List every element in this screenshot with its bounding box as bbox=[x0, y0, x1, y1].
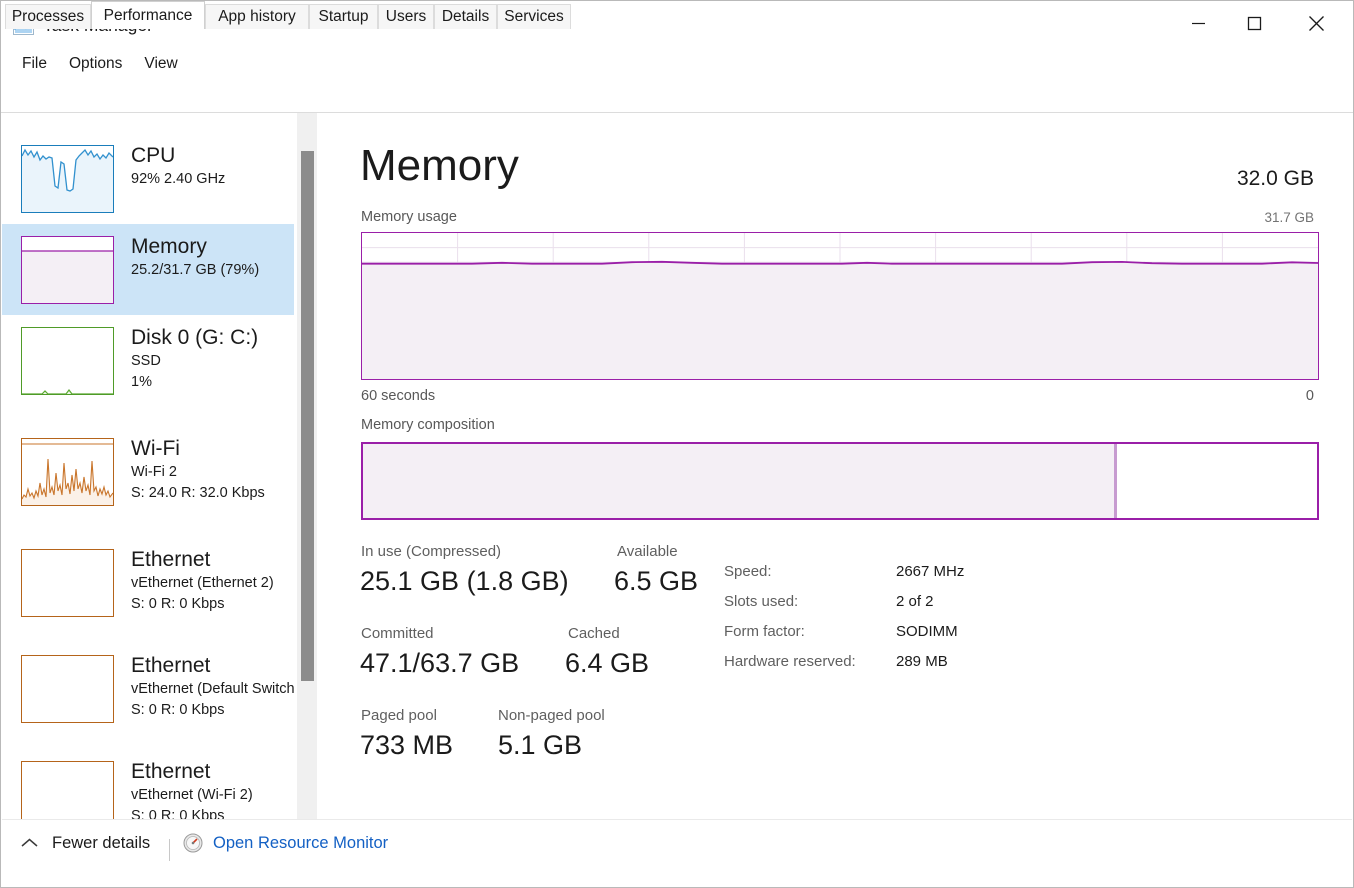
resource-sidebar[interactable]: CPU 92% 2.40 GHz Memory 25.2/31.7 GB (79… bbox=[2, 113, 296, 821]
sidebar-item-sub1: 25.2/31.7 GB (79%) bbox=[131, 262, 260, 278]
wifi-thumbnail bbox=[21, 438, 114, 506]
fewer-details-label: Fewer details bbox=[52, 834, 151, 852]
sidebar-item-cpu[interactable]: CPU 92% 2.40 GHz bbox=[2, 133, 294, 224]
sidebar-item-sub2: S: 24.0 R: 32.0 Kbps bbox=[131, 485, 265, 501]
sidebar-item-ethernet-2[interactable]: Ethernet vEthernet (Default Switch) S: 0… bbox=[2, 643, 294, 734]
memory-detail-panel: Memory 32.0 GB Memory usage 31.7 GB 60 s… bbox=[318, 113, 1352, 819]
stat-label-paged-pool: Paged pool bbox=[361, 707, 437, 724]
ethernet-thumbnail bbox=[21, 761, 114, 821]
stat-label-available: Available bbox=[617, 543, 678, 560]
memory-usage-label: Memory usage bbox=[361, 209, 457, 225]
sidebar-item-label: CPU bbox=[131, 144, 176, 167]
graph-zero-label: 0 bbox=[1305, 388, 1314, 404]
memory-composition-used-segment bbox=[363, 444, 1117, 518]
spec-label-slots-used: Slots used: bbox=[724, 593, 799, 610]
sidebar-item-ethernet-1[interactable]: Ethernet vEthernet (Ethernet 2) S: 0 R: … bbox=[2, 537, 294, 628]
close-button[interactable] bbox=[1293, 1, 1339, 45]
spec-label-hardware-reserved: Hardware reserved: bbox=[724, 653, 856, 670]
spec-value-form-factor: SODIMM bbox=[896, 623, 958, 640]
sidebar-item-label: Memory bbox=[131, 235, 207, 258]
sidebar-item-sub1: vEthernet (Default Switch) bbox=[131, 681, 294, 697]
fewer-details-button[interactable]: Fewer details bbox=[20, 834, 150, 853]
sidebar-disk-text: Disk 0 (G: C:) SSD 1% bbox=[131, 324, 258, 393]
stat-label-committed: Committed bbox=[361, 625, 434, 642]
stat-value-non-paged-pool: 5.1 GB bbox=[498, 730, 583, 760]
sidebar-item-ethernet-3[interactable]: Ethernet vEthernet (Wi-Fi 2) S: 0 R: 0 K… bbox=[2, 749, 294, 821]
sidebar-ethernet-1-text: Ethernet vEthernet (Ethernet 2) S: 0 R: … bbox=[131, 546, 274, 615]
sidebar-item-label: Ethernet bbox=[131, 760, 211, 783]
sidebar-item-sub1: 92% 2.40 GHz bbox=[131, 171, 226, 187]
sidebar-item-disk-0[interactable]: Disk 0 (G: C:) SSD 1% bbox=[2, 315, 294, 406]
memory-thumbnail bbox=[21, 236, 114, 304]
memory-usage-max: 31.7 GB bbox=[1264, 210, 1314, 225]
stat-value-cached: 6.4 GB bbox=[565, 648, 650, 678]
spec-label-form-factor: Form factor: bbox=[724, 623, 805, 640]
sidebar-item-sub1: SSD bbox=[131, 353, 161, 369]
spec-label-speed: Speed: bbox=[724, 563, 772, 580]
sidebar-item-label: Ethernet bbox=[131, 654, 211, 677]
sidebar-cpu-text: CPU 92% 2.40 GHz bbox=[131, 142, 225, 190]
menu-item-file[interactable]: File bbox=[11, 53, 58, 75]
open-resource-monitor-label: Open Resource Monitor bbox=[213, 833, 389, 852]
tab-services[interactable]: Services bbox=[497, 4, 571, 29]
sidebar-item-label: Disk 0 (G: C:) bbox=[131, 326, 259, 349]
sidebar-item-sub1: vEthernet (Wi-Fi 2) bbox=[131, 787, 253, 803]
tab-processes[interactable]: Processes bbox=[5, 4, 91, 29]
minimize-button[interactable] bbox=[1175, 1, 1221, 45]
spec-value-speed: 2667 MHz bbox=[896, 563, 965, 580]
menu-item-view[interactable]: View bbox=[133, 53, 188, 75]
sidebar-ethernet-3-text: Ethernet vEthernet (Wi-Fi 2) S: 0 R: 0 K… bbox=[131, 758, 253, 821]
tab-performance[interactable]: Performance bbox=[91, 1, 205, 29]
task-manager-window: Task Manager File Options View Processes… bbox=[0, 0, 1354, 888]
maximize-button[interactable] bbox=[1231, 1, 1277, 45]
stat-label-non-paged-pool: Non-paged pool bbox=[498, 707, 605, 724]
spec-value-hardware-reserved: 289 MB bbox=[896, 653, 948, 670]
sidebar-item-wifi[interactable]: Wi-Fi Wi-Fi 2 S: 24.0 R: 32.0 Kbps bbox=[2, 426, 294, 517]
stat-value-committed: 47.1/63.7 GB bbox=[360, 648, 520, 678]
chevron-up-icon bbox=[20, 837, 39, 850]
spec-value-slots-used: 2 of 2 bbox=[896, 593, 934, 610]
tab-app-history[interactable]: App history bbox=[205, 4, 309, 29]
tab-startup[interactable]: Startup bbox=[309, 4, 378, 29]
graph-time-label: 60 seconds bbox=[361, 388, 436, 404]
ethernet-thumbnail bbox=[21, 549, 114, 617]
cpu-thumbnail bbox=[21, 145, 114, 213]
sidebar-wifi-text: Wi-Fi Wi-Fi 2 S: 24.0 R: 32.0 Kbps bbox=[131, 435, 265, 504]
stat-value-available: 6.5 GB bbox=[614, 566, 699, 596]
sidebar-ethernet-2-text: Ethernet vEthernet (Default Switch) S: 0… bbox=[131, 652, 294, 721]
memory-usage-graph bbox=[361, 232, 1319, 380]
page-title: Memory bbox=[360, 141, 519, 190]
sidebar-item-label: Wi-Fi bbox=[131, 437, 180, 460]
tab-users[interactable]: Users bbox=[378, 4, 434, 29]
memory-composition-label: Memory composition bbox=[361, 417, 495, 433]
open-resource-monitor-link[interactable]: Open Resource Monitor bbox=[183, 833, 388, 853]
sidebar-item-sub2: S: 0 R: 0 Kbps bbox=[131, 596, 225, 612]
footer-bar: Fewer details Open Resource Monitor bbox=[2, 819, 1352, 886]
stat-value-in-use: 25.1 GB (1.8 GB) bbox=[360, 566, 569, 596]
tab-details[interactable]: Details bbox=[434, 4, 497, 29]
disk-thumbnail bbox=[21, 327, 114, 395]
sidebar-item-sub1: Wi-Fi 2 bbox=[131, 464, 177, 480]
sidebar-item-memory[interactable]: Memory 25.2/31.7 GB (79%) bbox=[2, 224, 294, 315]
sidebar-memory-text: Memory 25.2/31.7 GB (79%) bbox=[131, 233, 259, 281]
sidebar-item-sub1: vEthernet (Ethernet 2) bbox=[131, 575, 274, 591]
sidebar-scrollbar-thumb[interactable] bbox=[301, 151, 314, 681]
footer-divider bbox=[169, 839, 170, 861]
sidebar-item-sub2: S: 0 R: 0 Kbps bbox=[131, 702, 225, 718]
sidebar-item-sub2: 1% bbox=[131, 374, 152, 390]
menu-bar: File Options View bbox=[1, 49, 1353, 79]
stat-value-paged-pool: 733 MB bbox=[360, 730, 454, 760]
tab-strip bbox=[1, 85, 1353, 113]
ethernet-thumbnail bbox=[21, 655, 114, 723]
sidebar-item-label: Ethernet bbox=[131, 548, 211, 571]
resource-monitor-icon bbox=[183, 833, 203, 853]
stat-label-cached: Cached bbox=[568, 625, 620, 642]
memory-total: 32.0 GB bbox=[1236, 167, 1314, 190]
memory-composition-bar[interactable] bbox=[361, 442, 1319, 520]
stat-label-in-use: In use (Compressed) bbox=[361, 543, 502, 560]
menu-item-options[interactable]: Options bbox=[58, 53, 133, 75]
